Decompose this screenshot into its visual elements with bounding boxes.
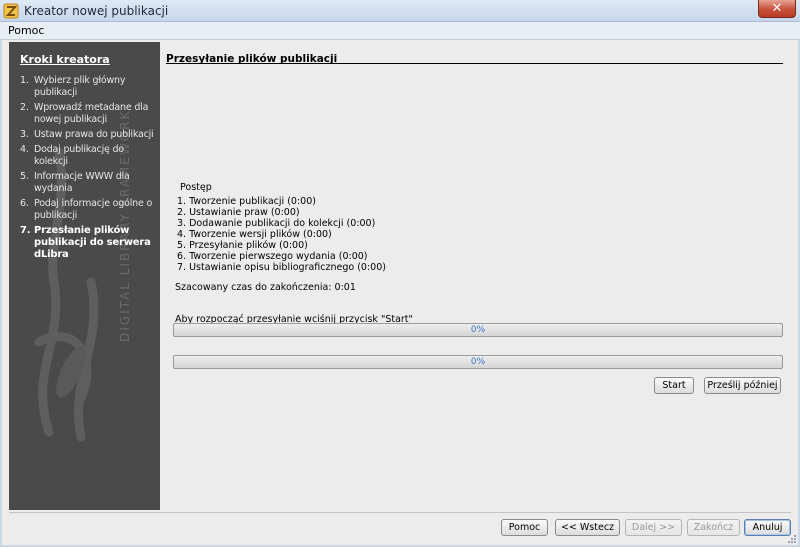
send-later-button[interactable]: Prześlij później (704, 377, 781, 394)
close-window-button[interactable]: ✕ (758, 0, 796, 18)
resize-grip-icon[interactable] (785, 532, 797, 544)
progress-step: 7. Ustawianie opisu bibliograficznego (0… (177, 262, 386, 273)
steps-heading: Kroki kreatora (20, 53, 110, 66)
steps-list: 1. Wybierz plik główny publikacji 2. Wprow… (20, 75, 156, 264)
step-item-5: 5. Informacje WWW dla wydania (20, 171, 130, 194)
wizard-steps-sidebar: DIGITAL LIBRARY FRAMEWORK Kroki kreatora… (9, 42, 160, 510)
step-item-3: 3. Ustaw prawa do publikacji (20, 129, 154, 140)
start-button[interactable]: Start (654, 377, 694, 394)
progress-percent: 0% (470, 325, 486, 335)
progress-step: 6. Tworzenie pierwszego wydania (0:00) (177, 251, 368, 262)
progress-step: 5. Przesyłanie plików (0:00) (177, 240, 308, 251)
dlibra-logo-icon (3, 3, 19, 19)
close-icon: ✕ (771, 1, 783, 16)
step-item-2: 2. Wprowadź metadane dla nowej publikacji (20, 102, 149, 125)
progress-percent: 0% (470, 357, 486, 367)
estimated-time-label: Szacowany czas do zakończenia: 0:01 (175, 282, 356, 293)
window-title: Kreator nowej publikacji (24, 4, 169, 18)
file-progress-bar: 0% (173, 355, 783, 369)
progress-step-list: 1. Tworzenie publikacji (0:00) 2. Ustawi… (177, 196, 386, 273)
title-bar: Kreator nowej publikacji ✕ (0, 0, 800, 22)
progress-heading: Postęp (180, 182, 212, 193)
next-button[interactable]: Dalej >> (625, 519, 682, 536)
footer-divider (9, 512, 791, 513)
section-divider (166, 63, 783, 64)
progress-step: 1. Tworzenie publikacji (0:00) (177, 196, 316, 207)
progress-step: 4. Tworzenie wersji plików (0:00) (177, 229, 332, 240)
back-button[interactable]: << Wstecz (555, 519, 620, 536)
upload-panel: Przesyłanie plików publikacji Postęp 1. … (166, 40, 791, 510)
progress-step: 3. Dodawanie publikacji do kolekcji (0:0… (177, 218, 376, 229)
step-item-6: 6. Podaj informacje ogólne o publikacji (20, 198, 153, 221)
menu-item-help[interactable]: Pomoc (8, 24, 44, 37)
help-button[interactable]: Pomoc (501, 519, 548, 536)
overall-progress-bar: 0% (173, 323, 783, 337)
finish-button[interactable]: Zakończ (687, 519, 740, 536)
menu-bar: Pomoc (0, 22, 800, 40)
step-item-7-current: 7. Przesłanie plików publikacji do serwer… (20, 225, 151, 260)
step-item-1: 1. Wybierz plik główny publikacji (20, 75, 126, 98)
cancel-button[interactable]: Anuluj (744, 519, 791, 536)
step-item-4: 4. Dodaj publikację do kolekcji (20, 144, 124, 167)
wizard-content: DIGITAL LIBRARY FRAMEWORK Kroki kreatora… (2, 40, 798, 545)
progress-step: 2. Ustawianie praw (0:00) (177, 207, 300, 218)
